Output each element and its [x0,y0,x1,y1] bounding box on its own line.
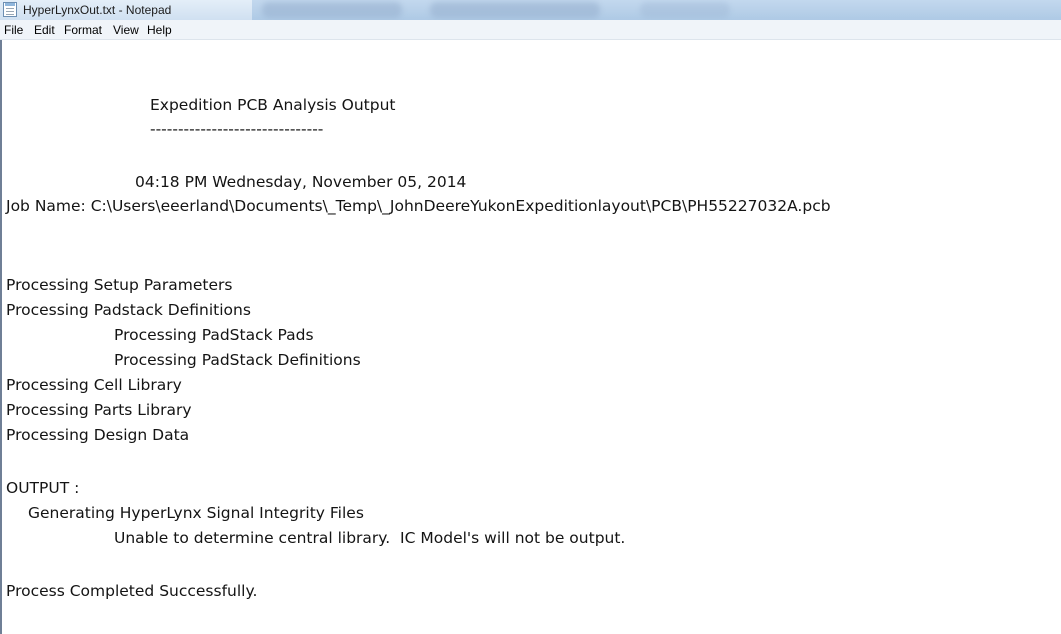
document-line: Processing Design Data [6,426,190,444]
document-line: 04:18 PM Wednesday, November 05, 2014 [135,173,467,191]
notepad-window: HyperLynxOut.txt - Notepad File Edit For… [0,0,1061,634]
title-bar-background-blur [430,2,600,18]
notepad-icon[interactable] [3,2,17,17]
document-line: Unable to determine central library. IC … [114,529,626,547]
document-line: Processing Setup Parameters [6,276,233,294]
document-line: Processing PadStack Pads [114,326,314,344]
document-line: Expedition PCB Analysis Output [150,96,396,114]
menu-file[interactable]: File [4,23,23,37]
document-line: Processing Padstack Definitions [6,301,251,319]
document-line: Processing Parts Library [6,401,192,419]
window-title: HyperLynxOut.txt - Notepad [23,3,172,17]
document-line: Generating HyperLynx Signal Integrity Fi… [28,504,364,522]
menu-format[interactable]: Format [64,23,102,37]
menu-help[interactable]: Help [147,23,172,37]
document-line: Processing PadStack Definitions [114,351,361,369]
document-line: ------------------------------- [150,120,324,138]
text-editor-area[interactable]: Expedition PCB Analysis Output ---------… [0,40,1061,634]
menu-view[interactable]: View [113,23,139,37]
document-line: Job Name: C:\Users\eeerland\Documents\_T… [6,197,831,215]
menu-edit[interactable]: Edit [34,23,55,37]
title-bar-background-blur [262,2,402,18]
document-line: Processing Cell Library [6,376,182,394]
document-line: OUTPUT : [6,479,80,497]
menu-bar: File Edit Format View Help [0,20,1061,40]
document-line: Process Completed Successfully. [6,582,258,600]
title-bar-background-blur [640,2,730,18]
